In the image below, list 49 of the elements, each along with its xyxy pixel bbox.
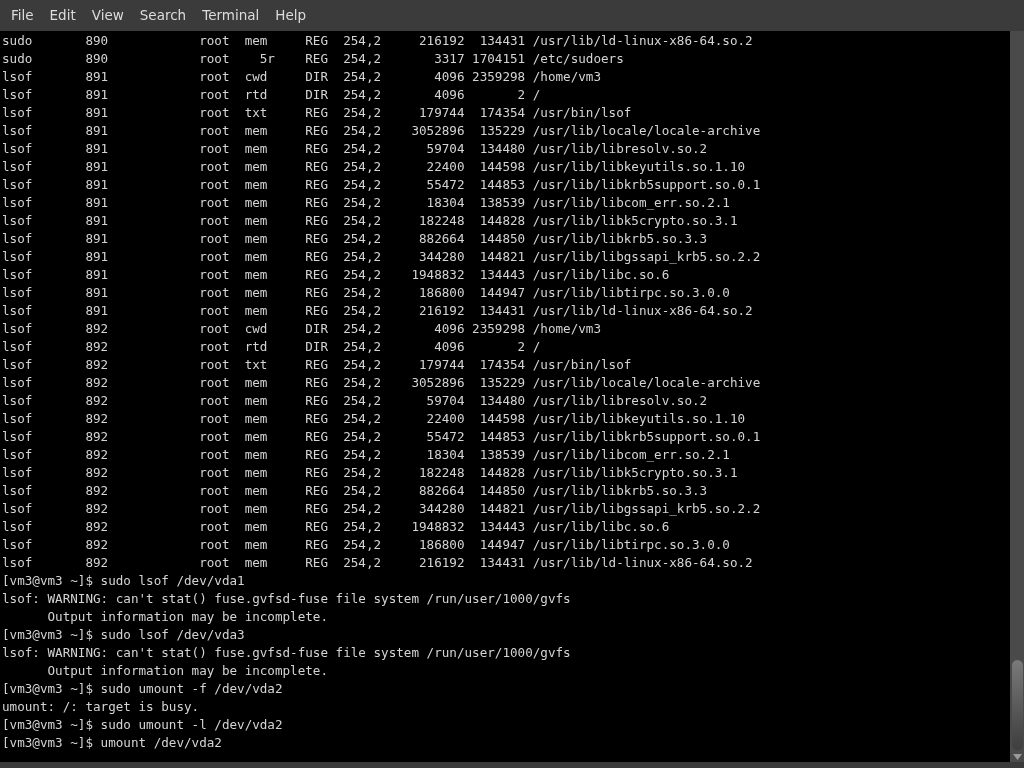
terminal-line: Output information may be incomplete. (46, 662, 329, 680)
scrollbar-thumb[interactable] (1011, 660, 1023, 750)
terminal-line: lsof 891 root mem REG 254,2 3052896 135229 /usr/lib/locale/locale-archive (2, 122, 761, 140)
terminal-line: lsof 891 root mem REG 254,2 1948832 134443 /usr/lib/libc.so.6 (2, 266, 670, 284)
terminal-line: lsof 891 root mem REG 254,2 344280 144821 /usr/lib/libgssapi_krb5.so.2.2 (2, 248, 761, 266)
terminal-line: lsof 892 root mem REG 254,2 1948832 134443 /usr/lib/libc.so.6 (2, 518, 670, 536)
terminal-line: lsof 891 root mem REG 254,2 18304 138539 /usr/lib/libcom_err.so.2.1 (2, 194, 730, 212)
terminal-line: lsof 892 root txt REG 254,2 179744 174354 /usr/bin/lsof (2, 356, 632, 374)
terminal-line: lsof 891 root mem REG 254,2 59704 134480 /usr/lib/libresolv.so.2 (2, 140, 708, 158)
terminal-line: sudo 890 root mem REG 254,2 216192 134431 /usr/lib/ld-linux-x86-64.so.2 (2, 32, 753, 50)
terminal-line: lsof 891 root mem REG 254,2 216192 134431 /usr/lib/ld-linux-x86-64.so.2 (2, 302, 753, 320)
terminal-line: lsof 892 root mem REG 254,2 216192 134431 /usr/lib/ld-linux-x86-64.so.2 (2, 554, 753, 572)
terminal-line: lsof 891 root mem REG 254,2 55472 144853 /usr/lib/libkrb5support.so.0.1 (2, 176, 761, 194)
terminal-line: umount: /: target is busy. (2, 698, 200, 716)
terminal-line: lsof 891 root rtd DIR 254,2 4096 2 / (2, 86, 541, 104)
terminal-line: lsof: WARNING: can't stat() fuse.gvfsd-fuse file system /run/user/1000/gvfs (2, 644, 571, 662)
terminal-line: lsof 892 root mem REG 254,2 55472 144853 /usr/lib/libkrb5support.so.0.1 (2, 428, 761, 446)
terminal-line: lsof 892 root rtd DIR 254,2 4096 2 / (2, 338, 541, 356)
terminal-line: lsof 892 root mem REG 254,2 186800 144947 /usr/lib/libtirpc.so.3.0.0 (2, 536, 730, 554)
terminal-line: lsof 892 root mem REG 254,2 344280 144821 /usr/lib/libgssapi_krb5.so.2.2 (2, 500, 761, 518)
terminal-line: [vm3@vm3 ~]$ umount /dev/vda2 (2, 734, 222, 752)
terminal-line: lsof 891 root mem REG 254,2 182248 144828 /usr/lib/libk5crypto.so.3.1 (2, 212, 738, 230)
terminal-line: lsof 892 root mem REG 254,2 3052896 135229 /usr/lib/locale/locale-archive (2, 374, 761, 392)
menu-item[interactable]: Terminal (194, 0, 268, 31)
menu-item[interactable]: Search (131, 0, 195, 31)
terminal-line: [vm3@vm3 ~]$ sudo lsof /dev/vda1 (2, 572, 245, 590)
menu-item[interactable]: Help (267, 0, 315, 31)
terminal-line: lsof 892 root mem REG 254,2 18304 138539 /usr/lib/libcom_err.so.2.1 (2, 446, 730, 464)
terminal-line: lsof 892 root mem REG 254,2 22400 144598 /usr/lib/libkeyutils.so.1.10 (2, 410, 746, 428)
terminal-line: Output information may be incomplete. (46, 608, 329, 626)
down-arrow-icon[interactable] (1012, 754, 1022, 760)
terminal-line: lsof: WARNING: can't stat() fuse.gvfsd-fuse file system /run/user/1000/gvfs (2, 590, 571, 608)
menu-item[interactable]: Edit (41, 0, 84, 31)
terminal-line: lsof 892 root cwd DIR 254,2 4096 2359298 /home/vm3 (2, 320, 601, 338)
scrollbar[interactable] (1010, 31, 1024, 762)
terminal-line: [vm3@vm3 ~]$ sudo umount -f /dev/vda2 (2, 680, 283, 698)
terminal-line: [vm3@vm3 ~]$ sudo lsof /dev/vda3 (2, 626, 245, 644)
terminal-line: lsof 891 root mem REG 254,2 882664 144850 /usr/lib/libkrb5.so.3.3 (2, 230, 708, 248)
terminal-line: [vm3@vm3 ~]$ sudo umount -l /dev/vda2 (2, 716, 283, 734)
menu-item[interactable]: File (3, 0, 42, 31)
terminal-line: lsof 892 root mem REG 254,2 882664 144850 /usr/lib/libkrb5.so.3.3 (2, 482, 708, 500)
terminal-line: sudo 890 root 5r REG 254,2 3317 1704151 /etc/sudoers (2, 50, 624, 68)
terminal-line: lsof 891 root mem REG 254,2 22400 144598 /usr/lib/libkeyutils.so.1.10 (2, 158, 746, 176)
terminal-line: lsof 891 root cwd DIR 254,2 4096 2359298 /home/vm3 (2, 68, 601, 86)
terminal-line: lsof 891 root txt REG 254,2 179744 174354 /usr/bin/lsof (2, 104, 632, 122)
terminal-line: lsof 891 root mem REG 254,2 186800 144947 /usr/lib/libtirpc.so.3.0.0 (2, 284, 730, 302)
menu-item[interactable]: View (83, 0, 132, 31)
terminal-line: lsof 892 root mem REG 254,2 182248 144828 /usr/lib/libk5crypto.so.3.1 (2, 464, 738, 482)
terminal-line: lsof 892 root mem REG 254,2 59704 134480 /usr/lib/libresolv.so.2 (2, 392, 708, 410)
